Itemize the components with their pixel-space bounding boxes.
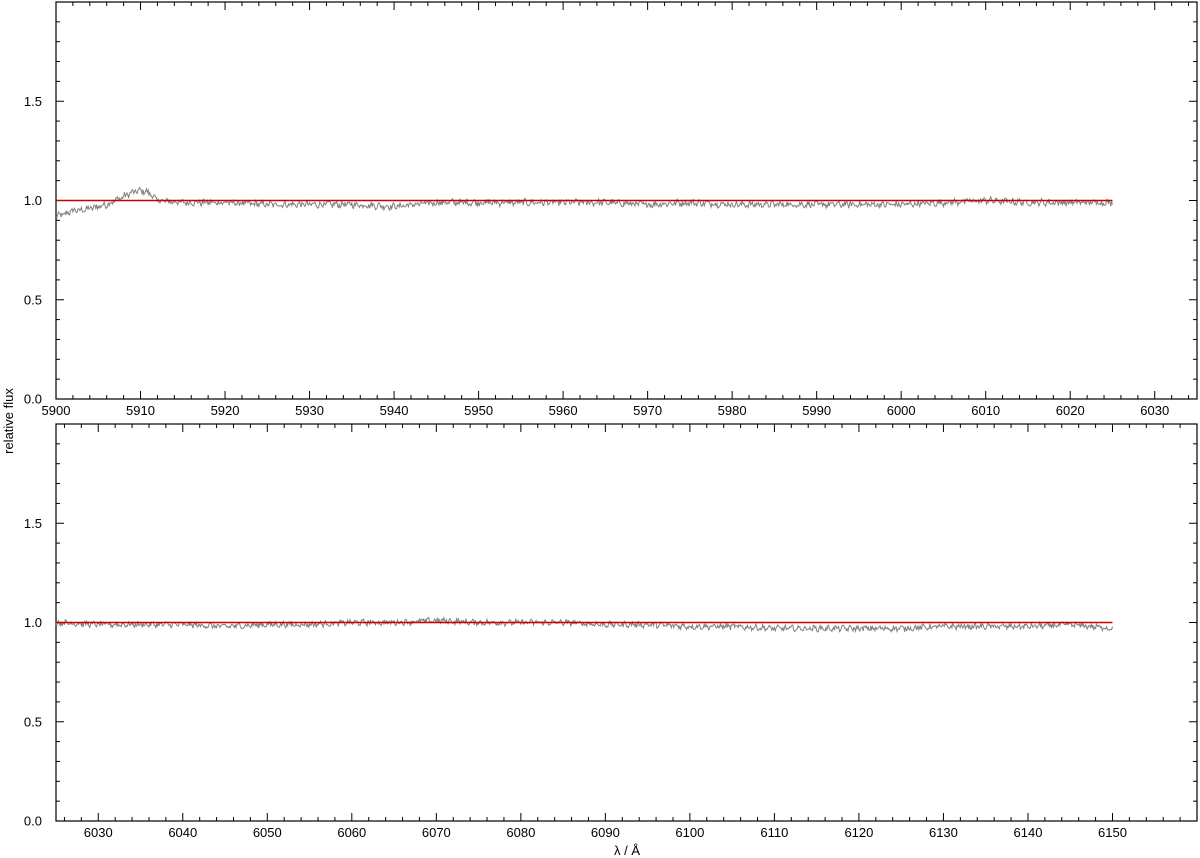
x-tick-label: 6110	[760, 825, 788, 840]
x-tick-label: 5900	[42, 403, 71, 418]
x-tick-label: 5960	[549, 403, 578, 418]
x-tick-label: 5950	[464, 403, 493, 418]
spectrum-line	[55, 616, 1113, 634]
x-tick-label: 5920	[211, 403, 240, 418]
x-tick-label: 6150	[1098, 825, 1127, 840]
x-tick-label: 6120	[844, 825, 873, 840]
x-tick-label: 6070	[422, 825, 451, 840]
bottom-panel: 6030 6040 6050 6060 6070 6080 6090 6100 6110 6120…	[24, 423, 1198, 840]
x-tick-label: 6130	[929, 825, 958, 840]
x-tick-label: 6060	[337, 825, 366, 840]
x-tick-label: 6040	[168, 825, 197, 840]
x-axis-title: λ / Å	[614, 843, 640, 858]
x-tick-label: 6090	[591, 825, 620, 840]
y-tick-label: 1.5	[24, 94, 42, 109]
top-panel: 5900 5910 5920 5930 5940 5950 5960 5970 5980 5990…	[24, 1, 1198, 418]
x-tick-label: 6100	[675, 825, 704, 840]
spectrum-figure: 5900 5910 5920 5930 5940 5950 5960 5970 5980 5990…	[1, 1, 1198, 858]
x-tick-label: 5940	[380, 403, 409, 418]
y-tick-label: 1.0	[24, 193, 42, 208]
x-tick-label: 5980	[718, 403, 747, 418]
x-tick-label: 5970	[633, 403, 662, 418]
y-tick-label: 1.5	[24, 516, 42, 531]
x-tick-label: 6000	[887, 403, 916, 418]
y-tick-label: 0.0	[24, 392, 42, 407]
x-tick-label: 6080	[506, 825, 535, 840]
x-tick-label: 5910	[126, 403, 155, 418]
y-tick-label: 0.5	[24, 714, 42, 729]
x-tick-label: 6020	[1056, 403, 1085, 418]
y-tick-label: 0.5	[24, 292, 42, 307]
x-tick-label: 5990	[802, 403, 831, 418]
x-tick-label: 6050	[253, 825, 282, 840]
y-tick-label: 0.0	[24, 814, 42, 829]
y-tick-label: 1.0	[24, 615, 42, 630]
x-tick-label: 6030	[84, 825, 113, 840]
spectrum-line	[55, 186, 1113, 220]
y-axis-title: relative flux	[1, 388, 16, 454]
x-tick-label: 6140	[1014, 825, 1043, 840]
x-tick-label: 5930	[295, 403, 324, 418]
x-tick-label: 6030	[1140, 403, 1169, 418]
x-tick-label: 6010	[971, 403, 1000, 418]
